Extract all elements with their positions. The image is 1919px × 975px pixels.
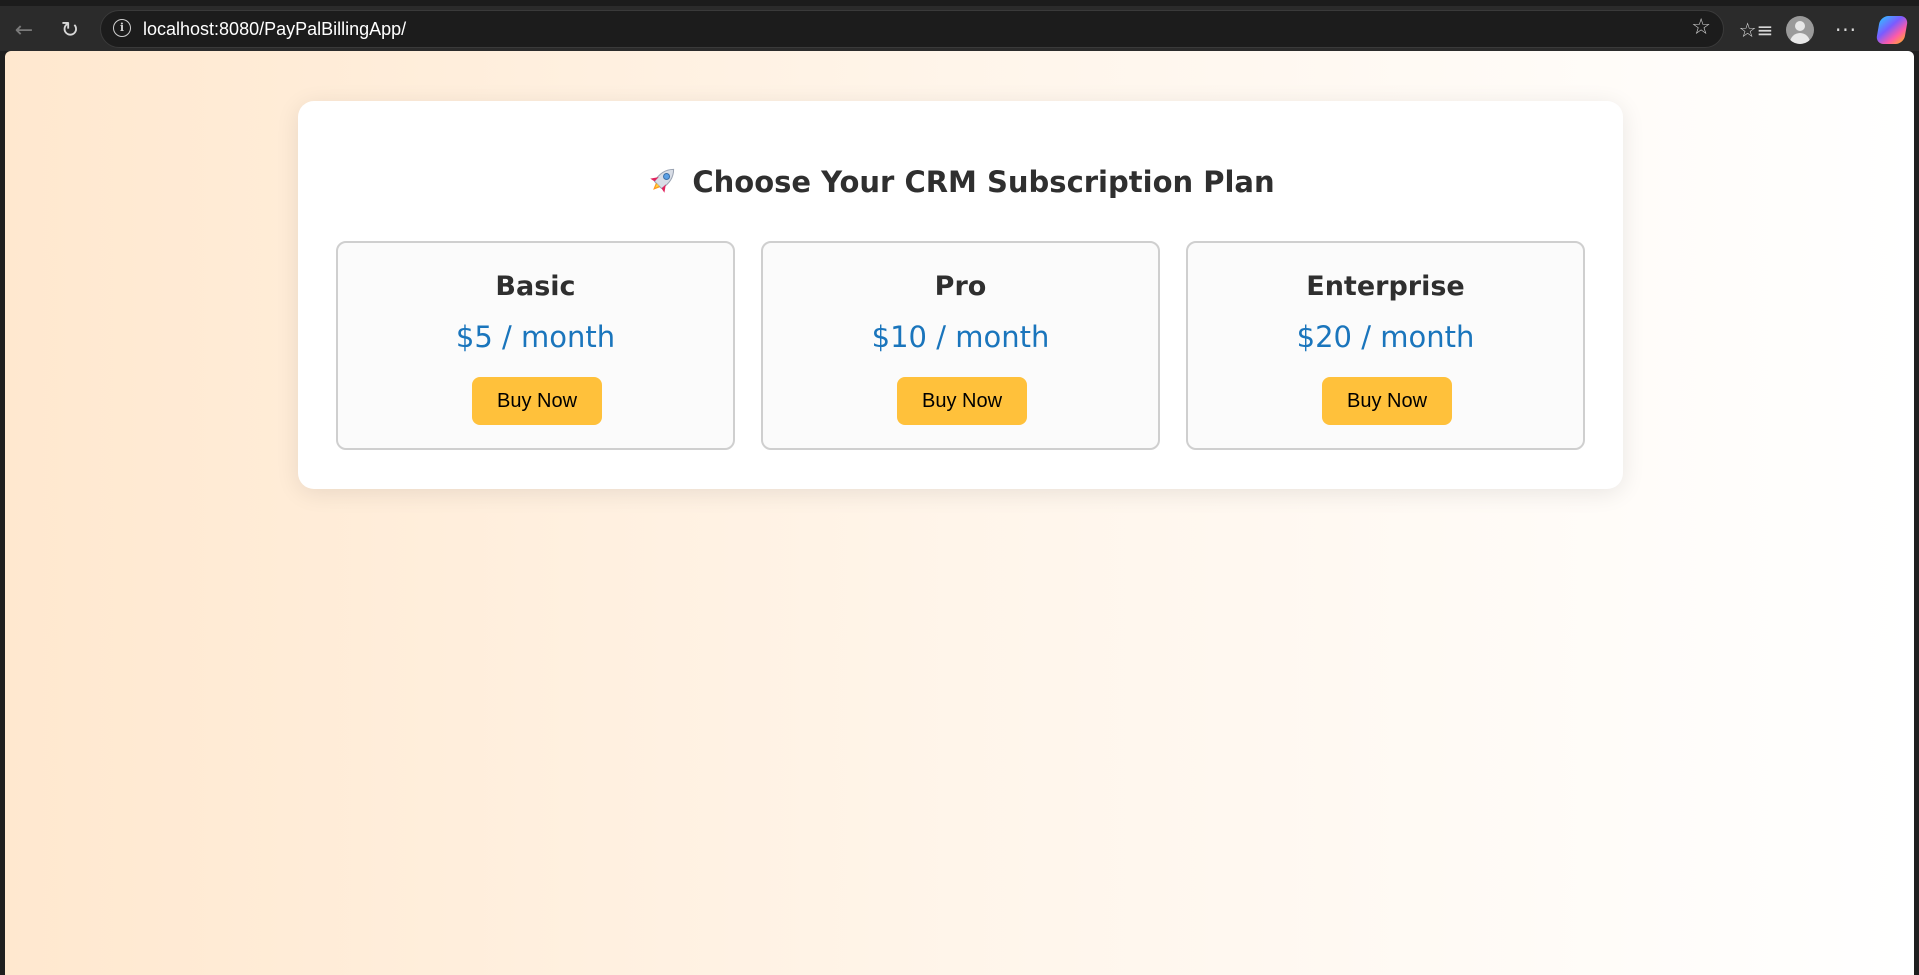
buy-now-button-pro[interactable]: Buy Now <box>897 377 1027 425</box>
plan-price: $5 / month <box>455 320 616 354</box>
plans-panel: Choose Your CRM Subscription Plan Basic … <box>298 101 1623 489</box>
plan-price: $10 / month <box>871 320 1050 354</box>
browser-toolbar: ← ↻ i localhost:8080/PayPalBillingApp/ ☆… <box>0 0 1919 51</box>
profile-body <box>1790 33 1810 44</box>
plans-grid: Basic $5 / month Buy Now Pro $10 / month… <box>336 241 1586 450</box>
plan-card-basic: Basic $5 / month Buy Now <box>336 241 735 450</box>
buy-now-button-enterprise[interactable]: Buy Now <box>1322 377 1452 425</box>
address-bar[interactable]: i localhost:8080/PayPalBillingApp/ ☆ <box>100 10 1724 48</box>
rocket-icon <box>650 168 675 193</box>
back-icon[interactable]: ← <box>7 13 41 47</box>
plan-card-enterprise: Enterprise $20 / month Buy Now <box>1186 241 1585 450</box>
page-viewport: Choose Your CRM Subscription Plan Basic … <box>5 51 1914 975</box>
profile-head <box>1795 21 1805 31</box>
copilot-icon[interactable] <box>1875 16 1909 44</box>
plan-price: $20 / month <box>1296 320 1475 354</box>
info-icon[interactable]: i <box>113 19 131 37</box>
reload-icon[interactable]: ↻ <box>53 13 87 47</box>
profile-icon[interactable] <box>1786 16 1814 44</box>
buy-now-button-basic[interactable]: Buy Now <box>472 377 602 425</box>
more-icon[interactable]: ··· <box>1830 14 1862 46</box>
url-text[interactable]: localhost:8080/PayPalBillingApp/ <box>143 19 406 40</box>
favorites-icon[interactable]: ☆≡ <box>1739 14 1774 46</box>
star-icon[interactable]: ☆ <box>1691 15 1711 40</box>
plan-name: Basic <box>495 271 576 302</box>
page-title-text: Choose Your CRM Subscription Plan <box>692 165 1275 199</box>
page-title: Choose Your CRM Subscription Plan <box>298 163 1623 199</box>
plan-name: Enterprise <box>1306 271 1465 302</box>
plan-card-pro: Pro $10 / month Buy Now <box>761 241 1160 450</box>
plan-name: Pro <box>934 271 987 302</box>
